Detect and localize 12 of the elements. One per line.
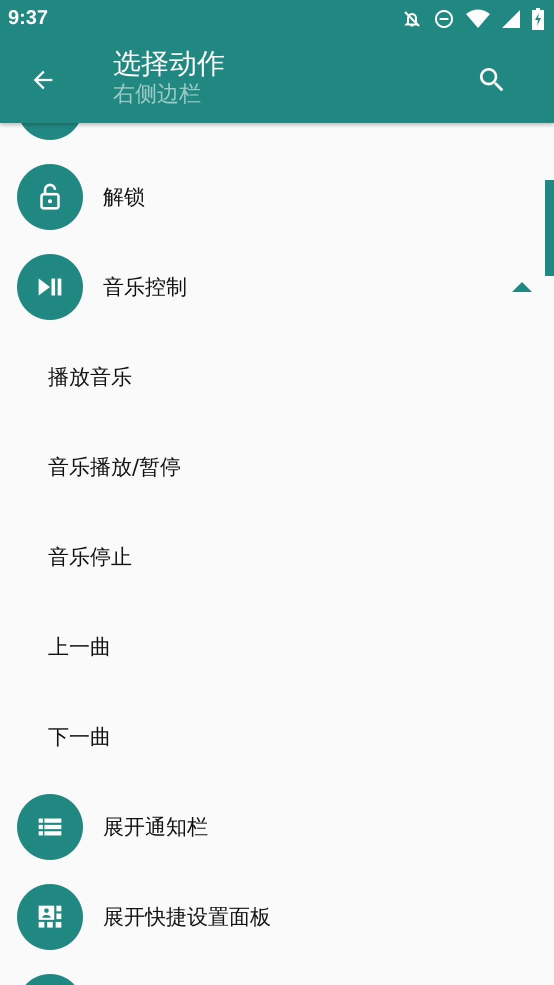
action-label[interactable]: 展开快捷设置面板 xyxy=(103,903,271,931)
screen-subtitle: 右侧边栏 xyxy=(113,81,202,109)
screen-title: 选择动作 xyxy=(113,47,226,81)
sub-action-label[interactable]: 上一曲 xyxy=(48,633,111,661)
sub-action-label[interactable]: 音乐停止 xyxy=(48,543,132,571)
sub-action-label[interactable]: 播放音乐 xyxy=(48,363,132,391)
action-label[interactable]: 展开通知栏 xyxy=(103,813,208,841)
action-label[interactable]: 音乐控制 xyxy=(103,273,187,301)
sub-action-label[interactable]: 下一曲 xyxy=(48,723,111,751)
action-label[interactable]: 解锁 xyxy=(103,183,145,211)
status-time: 9:37 xyxy=(8,7,48,30)
sub-action-label[interactable]: 音乐播放/暂停 xyxy=(48,453,182,481)
